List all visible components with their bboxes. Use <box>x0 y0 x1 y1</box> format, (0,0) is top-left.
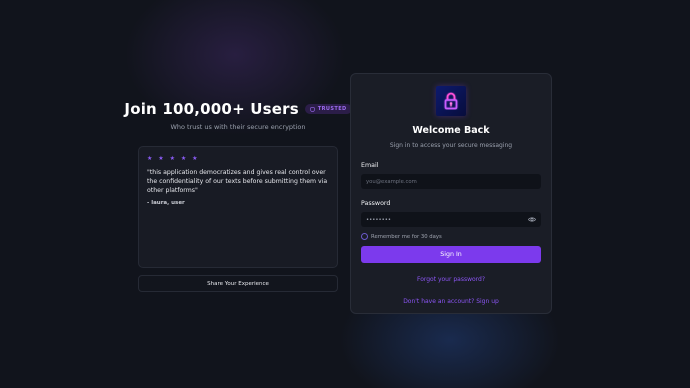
remember-me-checkbox[interactable] <box>361 233 368 240</box>
login-subtitle: Sign in to access your secure messaging <box>389 142 513 149</box>
testimonial-quote: "this application democratizes and gives… <box>147 169 328 194</box>
promo-subline: Who trust us with their secure encryptio… <box>170 123 306 131</box>
eye-icon[interactable] <box>528 216 536 223</box>
shield-icon <box>310 106 315 112</box>
remember-me-label[interactable]: Remember me for 30 days <box>371 234 442 240</box>
promo-heading-row: Join 100,000+ Users TRUSTED <box>124 100 352 118</box>
trusted-badge-label: TRUSTED <box>317 106 347 112</box>
sign-in-button[interactable]: Sign In <box>361 246 541 263</box>
remember-me: Remember me for 30 days <box>361 233 541 240</box>
email-field[interactable] <box>366 178 536 185</box>
testimonial-author: - laura, user <box>147 200 185 206</box>
password-label: Password <box>361 200 391 207</box>
login-card: Welcome Back Sign in to access your secu… <box>350 73 552 314</box>
email-field-wrapper <box>361 174 541 189</box>
promo-headline: Join 100,000+ Users <box>124 100 299 118</box>
share-experience-button[interactable]: Share Your Experience <box>138 275 338 292</box>
sign-up-link[interactable]: Don't have an account? Sign up <box>361 298 541 305</box>
lock-icon <box>444 92 458 110</box>
trusted-badge: TRUSTED <box>304 104 352 114</box>
login-title: Welcome Back <box>412 125 490 136</box>
password-field-wrapper <box>361 212 541 227</box>
email-label: Email <box>361 162 379 169</box>
forgot-password-link[interactable]: Forgot your password? <box>361 276 541 283</box>
promo-panel: Join 100,000+ Users TRUSTED Who trust us… <box>124 100 352 292</box>
app-logo <box>436 86 466 116</box>
password-field[interactable] <box>366 216 536 223</box>
rating-stars: ★ ★ ★ ★ ★ <box>147 155 200 162</box>
testimonial-card: ★ ★ ★ ★ ★ "this application democratizes… <box>138 146 338 268</box>
